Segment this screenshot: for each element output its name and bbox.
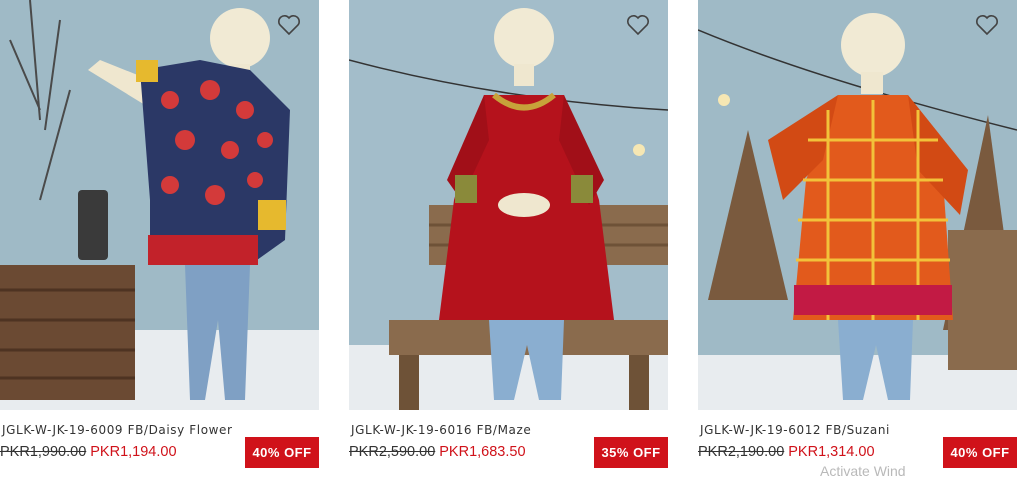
sale-price: PKR1,683.50 [439, 444, 526, 460]
product-price: PKR2,590.00 PKR1,683.50 [349, 444, 526, 460]
product-image[interactable] [698, 0, 1017, 410]
product-card[interactable]: JGLK-W-JK-19-6016 FB/Maze PKR2,590.00 PKR… [349, 0, 668, 475]
product-title[interactable]: JGLK-W-JK-19-6016 FB/Maze [351, 423, 531, 437]
product-price: PKR2,190.00 PKR1,314.00 [698, 444, 875, 460]
product-image[interactable] [349, 0, 668, 410]
product-image[interactable] [0, 0, 319, 410]
original-price: PKR2,590.00 [349, 444, 436, 460]
product-card[interactable]: JGLK-W-JK-19-6012 FB/Suzani PKR2,190.00 P… [698, 0, 1017, 475]
discount-badge: 40% OFF [245, 437, 319, 468]
wishlist-heart-icon[interactable] [277, 14, 301, 36]
wishlist-heart-icon[interactable] [975, 14, 999, 36]
os-activation-watermark: Activate Wind [820, 463, 906, 479]
product-card[interactable]: JGLK-W-JK-19-6009 FB/Daisy Flower PKR1,9… [0, 0, 319, 475]
product-title[interactable]: JGLK-W-JK-19-6009 FB/Daisy Flower [2, 423, 233, 437]
wishlist-heart-icon[interactable] [626, 14, 650, 36]
discount-badge: 40% OFF [943, 437, 1017, 468]
product-price: PKR1,990.00 PKR1,194.00 [0, 444, 177, 460]
discount-badge: 35% OFF [594, 437, 668, 468]
original-price: PKR1,990.00 [0, 444, 87, 460]
sale-price: PKR1,194.00 [90, 444, 177, 460]
original-price: PKR2,190.00 [698, 444, 785, 460]
product-title[interactable]: JGLK-W-JK-19-6012 FB/Suzani [700, 423, 890, 437]
sale-price: PKR1,314.00 [788, 444, 875, 460]
